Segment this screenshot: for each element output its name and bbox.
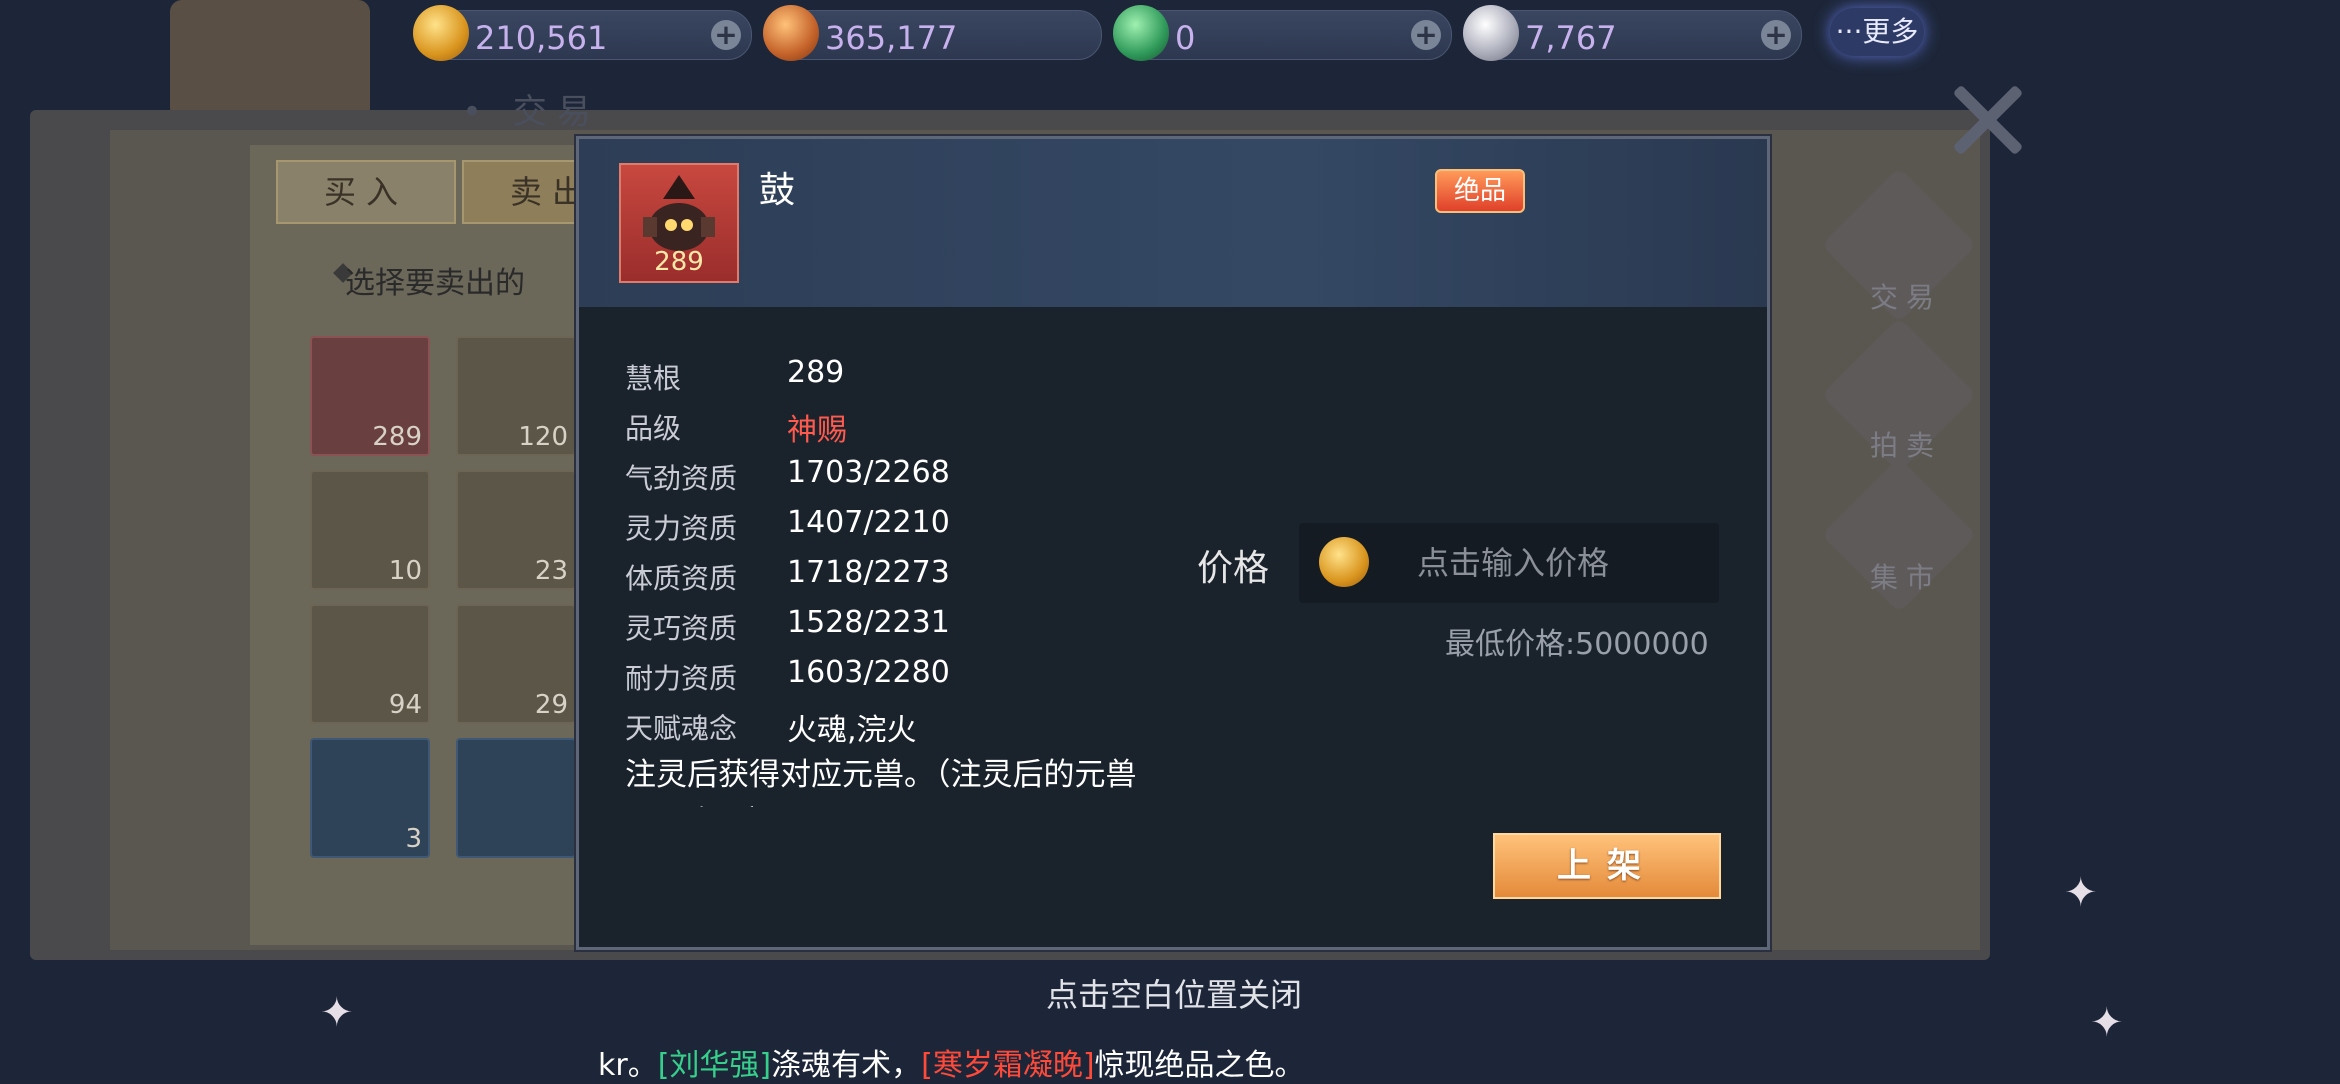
- inventory-slot[interactable]: 23: [456, 470, 576, 590]
- slot-count: 94: [388, 690, 422, 720]
- ticker-text: 惊现绝品之色。: [1094, 1048, 1305, 1083]
- currency-silver: 7,767 +: [1463, 5, 1802, 61]
- list-item-button[interactable]: 上架: [1493, 833, 1721, 899]
- slot-count: 23: [534, 556, 568, 586]
- attr-value: 火魂,浣火: [787, 713, 917, 748]
- drum-beast-icon: [643, 175, 715, 251]
- currency-gold: 210,561 +: [413, 5, 752, 61]
- sparkle-icon: ✦: [2090, 1000, 2124, 1046]
- scroll-ornament: [170, 0, 370, 120]
- attr-value: 289: [787, 355, 845, 390]
- side-menu-market[interactable]: 集市: [1870, 556, 1942, 596]
- slot-count: 29: [534, 690, 568, 720]
- attr-value: 1407/2210: [787, 505, 950, 540]
- dialog-header: [579, 139, 1767, 307]
- inventory-slot[interactable]: 289: [310, 336, 430, 456]
- currency-bronze: 365,177: [763, 5, 1102, 61]
- attr-value: 1718/2273: [787, 555, 950, 590]
- attr-value: 1603/2280: [787, 655, 950, 690]
- attr-label: 气劲资质: [625, 462, 738, 495]
- close-icon[interactable]: [1948, 80, 2028, 160]
- attr-value: 1703/2268: [787, 455, 950, 490]
- attr-label: 体质资质: [625, 562, 738, 595]
- gold-coin-icon: [1319, 537, 1369, 587]
- item-description: 注灵后获得对应元兽。（注灵后的元兽不可交易）: [625, 757, 1137, 807]
- sparkle-icon: ✦: [2064, 870, 2098, 916]
- inventory-slot[interactable]: 94: [310, 604, 430, 724]
- add-silver-button[interactable]: +: [1761, 20, 1791, 50]
- price-input[interactable]: [1415, 537, 1709, 589]
- side-menu-trade[interactable]: 交易: [1870, 276, 1942, 316]
- slot-count: 3: [405, 824, 422, 854]
- slot-count: 289: [372, 422, 422, 452]
- attr-label: 品级: [625, 412, 682, 445]
- page-title: • 交易: [462, 92, 601, 132]
- add-jade-button[interactable]: +: [1411, 20, 1441, 50]
- silver-shell-icon: [1463, 5, 1519, 61]
- tab-buy[interactable]: 买入: [276, 160, 456, 224]
- item-level: 289: [654, 247, 704, 277]
- attr-value: 1528/2231: [787, 605, 950, 640]
- sell-item-dialog: 289 鼓 绝品 慧根 289 品级 神赐 气劲资质 1703/2268 灵力资…: [576, 136, 1770, 950]
- inventory-slot[interactable]: [456, 738, 576, 858]
- currency-value: 7,767: [1525, 19, 1617, 57]
- ticker-text: 涤魂有术，: [771, 1048, 922, 1083]
- close-hint[interactable]: 点击空白位置关闭: [1046, 970, 1302, 1016]
- broadcast-ticker: kr。[刘华强]涤魂有术，[寒岁霜凝晚]惊现绝品之色。: [598, 1040, 1305, 1084]
- attr-label: 耐力资质: [625, 662, 738, 695]
- currency-jade: 0 +: [1113, 5, 1452, 61]
- sparkle-icon: ✦: [320, 990, 354, 1036]
- price-label: 价格: [1197, 548, 1270, 589]
- select-hint: 选择要卖出的: [345, 266, 525, 301]
- slot-count: 120: [518, 422, 568, 452]
- attr-label: 灵巧资质: [625, 612, 738, 645]
- min-price: 最低价格:5000000: [1445, 627, 1709, 662]
- currency-value: 210,561: [475, 19, 608, 57]
- price-field[interactable]: [1299, 523, 1719, 603]
- inventory-slot[interactable]: 3: [310, 738, 430, 858]
- item-name: 鼓: [759, 170, 796, 211]
- more-button[interactable]: ···更多: [1830, 8, 1924, 56]
- rarity-badge: 绝品: [1435, 169, 1525, 213]
- inventory-slot[interactable]: 120: [456, 336, 576, 456]
- jade-shell-icon: [1113, 5, 1169, 61]
- currency-value: 365,177: [825, 19, 958, 57]
- bronze-shell-icon: [763, 5, 819, 61]
- ticker-player-name[interactable]: [刘华强]: [658, 1048, 771, 1083]
- attr-label: 天赋魂念: [625, 712, 738, 745]
- item-portrait: 289: [619, 163, 739, 283]
- side-menu-auction[interactable]: 拍卖: [1870, 424, 1942, 464]
- attr-value: 神赐: [787, 413, 847, 448]
- inventory-slot[interactable]: 29: [456, 604, 576, 724]
- attr-label: 慧根: [625, 362, 682, 395]
- add-gold-button[interactable]: +: [711, 20, 741, 50]
- currency-value: 0: [1175, 19, 1196, 57]
- attr-label: 灵力资质: [625, 512, 738, 545]
- gold-coin-icon: [413, 5, 469, 61]
- ticker-beast-name[interactable]: [寒岁霜凝晚]: [921, 1048, 1094, 1083]
- ticker-prefix: kr。: [598, 1048, 658, 1083]
- slot-count: 10: [388, 556, 422, 586]
- inventory-slot[interactable]: 10: [310, 470, 430, 590]
